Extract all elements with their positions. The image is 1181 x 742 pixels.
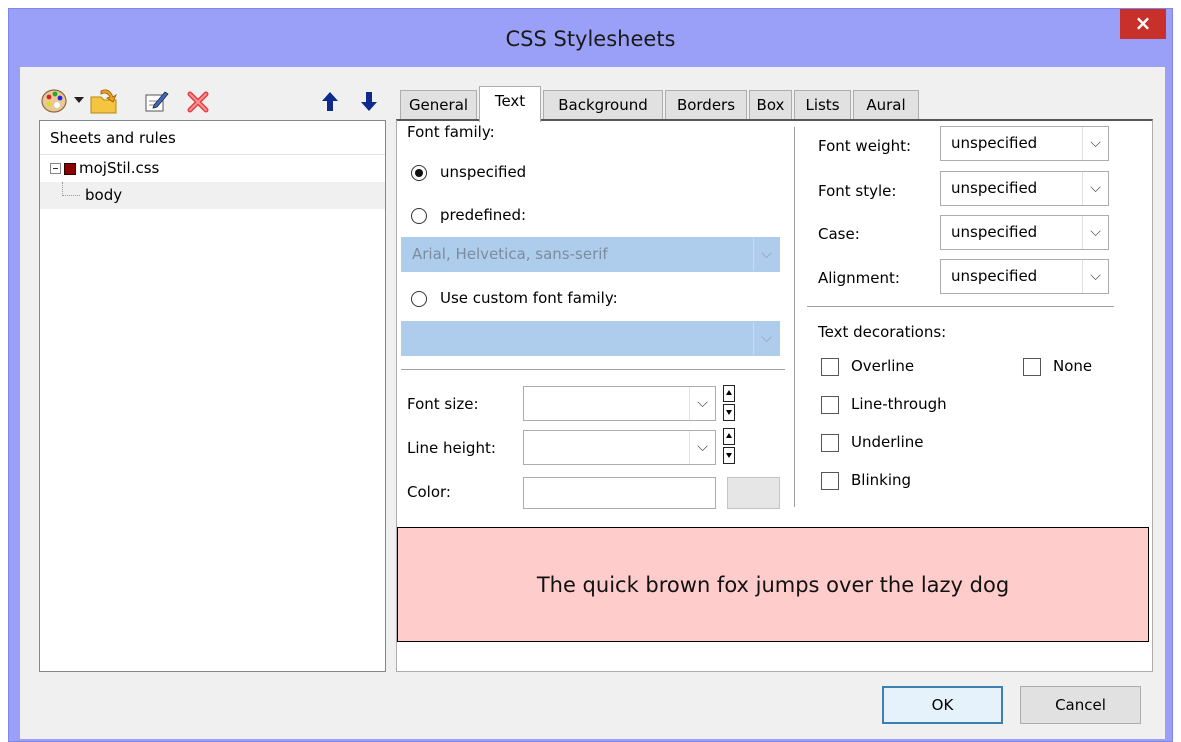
color-input[interactable] — [523, 477, 716, 509]
radio-predefined[interactable] — [411, 208, 427, 224]
ok-button[interactable]: OK — [882, 686, 1003, 724]
line-height-spinner[interactable] — [723, 428, 735, 464]
predefined-font-value: Arial, Helvetica, sans-serif — [412, 245, 608, 263]
font-size-label: Font size: — [407, 395, 479, 413]
spin-down-icon[interactable] — [723, 447, 735, 464]
open-file-icon[interactable] — [88, 85, 120, 117]
chevron-down-icon: ⌵ — [689, 431, 715, 464]
delete-icon[interactable] — [184, 85, 212, 117]
line-through-label[interactable]: Line-through — [851, 395, 947, 413]
tree-header[interactable]: Sheets and rules — [40, 121, 385, 155]
case-select[interactable]: unspecified ⌵ — [940, 215, 1109, 250]
predefined-font-select[interactable]: Arial, Helvetica, sans-serif ⌵ — [401, 237, 780, 272]
blinking-checkbox[interactable] — [821, 472, 839, 490]
font-size-spinner[interactable] — [723, 385, 735, 421]
font-family-label: Font family: — [407, 123, 495, 141]
underline-checkbox[interactable] — [821, 434, 839, 452]
rule-label: body — [85, 186, 123, 204]
font-style-value: unspecified — [951, 179, 1038, 197]
text-tab-panel: Font family: unspecified predefined: Ari… — [396, 119, 1153, 672]
font-weight-select[interactable]: unspecified ⌵ — [940, 126, 1109, 161]
case-value: unspecified — [951, 223, 1038, 241]
overline-label[interactable]: Overline — [851, 357, 914, 375]
alignment-value: unspecified — [951, 267, 1038, 285]
chevron-down-icon: ⌵ — [753, 322, 779, 355]
chevron-down-icon: ⌵ — [753, 238, 779, 271]
none-label[interactable]: None — [1053, 357, 1092, 375]
font-size-select[interactable]: ⌵ — [523, 386, 716, 421]
dialog-client: Sheets and rules mojStil.css body Genera… — [20, 67, 1165, 739]
chevron-down-icon: ⌵ — [689, 387, 715, 420]
tab-aural[interactable]: Aural — [853, 90, 919, 120]
line-height-select[interactable]: ⌵ — [523, 430, 716, 465]
none-checkbox[interactable] — [1023, 358, 1041, 376]
column-divider — [794, 127, 795, 507]
collapse-icon[interactable] — [50, 163, 61, 174]
divider — [807, 306, 1114, 307]
spin-down-icon[interactable] — [723, 404, 735, 421]
tab-text[interactable]: Text — [479, 86, 541, 122]
spin-up-icon[interactable] — [723, 385, 735, 402]
chevron-down-icon: ⌵ — [1082, 127, 1108, 160]
arrow-up-icon[interactable] — [319, 85, 341, 117]
tab-borders[interactable]: Borders — [665, 90, 747, 120]
custom-font-select[interactable]: ⌵ — [401, 321, 780, 356]
palette-icon[interactable] — [40, 85, 68, 117]
tab-box[interactable]: Box — [749, 90, 792, 120]
stylesheet-icon — [64, 162, 76, 175]
chevron-down-icon: ⌵ — [1082, 172, 1108, 205]
alignment-select[interactable]: unspecified ⌵ — [940, 259, 1109, 294]
font-style-label: Font style: — [818, 182, 897, 200]
radio-predefined-label[interactable]: predefined: — [440, 206, 526, 224]
sheets-tree[interactable]: Sheets and rules mojStil.css body — [39, 120, 386, 672]
overline-checkbox[interactable] — [821, 358, 839, 376]
edit-icon[interactable] — [142, 85, 170, 117]
line-through-checkbox[interactable] — [821, 396, 839, 414]
tree-item-sheet[interactable]: mojStil.css — [40, 155, 385, 182]
tree-connector — [62, 182, 80, 196]
sheet-label: mojStil.css — [79, 159, 160, 177]
font-weight-value: unspecified — [951, 134, 1038, 152]
radio-unspecified-label[interactable]: unspecified — [440, 163, 526, 181]
dialog-window: CSS Stylesheets × Sheets and rules mojSt… — [8, 8, 1173, 742]
tab-general[interactable]: General — [400, 90, 477, 120]
close-button[interactable]: × — [1120, 9, 1166, 39]
cancel-button[interactable]: Cancel — [1020, 686, 1141, 724]
window-title: CSS Stylesheets — [505, 27, 676, 51]
preview-box: The quick brown fox jumps over the lazy … — [397, 527, 1149, 642]
arrow-down-icon[interactable] — [358, 85, 380, 117]
color-picker-button[interactable] — [727, 477, 780, 509]
line-height-label: Line height: — [407, 439, 496, 457]
toolbar — [34, 85, 384, 119]
alignment-label: Alignment: — [818, 269, 900, 287]
chevron-down-icon: ⌵ — [1082, 216, 1108, 249]
tab-background[interactable]: Background — [543, 90, 663, 120]
radio-unspecified[interactable] — [411, 165, 427, 181]
color-label: Color: — [407, 483, 451, 501]
tab-lists[interactable]: Lists — [794, 90, 851, 120]
font-style-select[interactable]: unspecified ⌵ — [940, 171, 1109, 206]
dropdown-arrow-icon[interactable] — [74, 97, 84, 103]
blinking-label[interactable]: Blinking — [851, 471, 911, 489]
chevron-down-icon: ⌵ — [1082, 260, 1108, 293]
radio-custom-label[interactable]: Use custom font family: — [440, 289, 618, 307]
radio-custom[interactable] — [411, 291, 427, 307]
text-decorations-label: Text decorations: — [818, 323, 947, 341]
divider — [401, 369, 785, 370]
tree-item-rule[interactable]: body — [40, 182, 385, 209]
underline-label[interactable]: Underline — [851, 433, 923, 451]
font-weight-label: Font weight: — [818, 137, 912, 155]
spin-up-icon[interactable] — [723, 428, 735, 445]
case-label: Case: — [818, 225, 860, 243]
